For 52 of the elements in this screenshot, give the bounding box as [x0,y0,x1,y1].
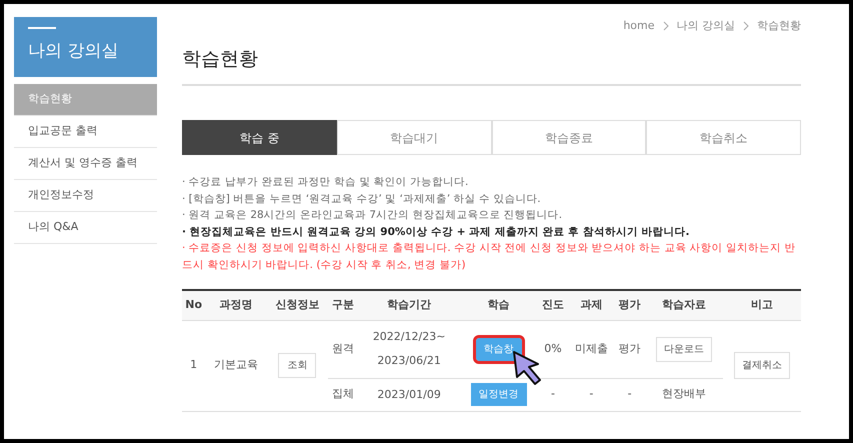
tab[interactable]: 학습종료 [492,120,646,155]
table-cell: 원격 [328,320,359,378]
page-title: 학습현황 [182,46,259,72]
study-button[interactable]: 학습창 [476,338,522,360]
breadcrumb-link[interactable]: 나의 강의실 [676,18,735,34]
cancel-payment-button[interactable]: 결제취소 [734,352,790,379]
download-button[interactable]: 다운로드 [656,336,712,362]
table-cell: 기본교육 [205,320,267,411]
tab[interactable]: 학습 중 [182,120,337,155]
column-header: 학습기간 [358,290,460,320]
breadcrumb-link[interactable]: home [623,18,654,34]
table-cell-text: 2023/01/09 [377,386,441,402]
column-header: 비고 [722,290,801,320]
table-cell: 미제출 [568,320,614,378]
study-button[interactable]: 일정변경 [470,383,527,406]
table-cell: 집체 [328,378,359,411]
table-cell: 현장배부 [644,378,723,411]
chevron-icon [662,21,668,32]
table-cell: 1 [182,320,206,411]
notice-text: · 현장집체교육은 반드시 원격교육 강의 90%이상 수강 + 과제 제출까지 완료 후 참석하시기 바랍니다. [182,224,690,240]
column-header: 학습자료 [644,290,723,320]
table-cell: - [568,378,614,411]
column-header: 진도 [538,290,568,320]
header-rule [28,27,56,29]
notice-text: · [학습창] 버튼을 누르면 ‘원격교육 수강’ 및 ‘과제제출’ 하실 수 있습니다. [182,192,542,206]
column-header: 평가 [614,290,645,320]
chevron-icon [743,21,749,32]
table-cell: 0% [538,320,568,378]
column-header: 학습 [460,290,538,320]
column-header: 과제 [568,290,614,320]
column-header: No [182,290,206,320]
sidebar-item[interactable]: 개인정보수정 [14,180,157,212]
table-cell: - [614,378,645,411]
column-header: 구분 [328,290,359,320]
notice-text: · 원격 교육은 28시간의 온라인교육과 7시간의 현장집체교육으로 진행됩니다. [182,208,564,223]
notice-text: · 수료증은 신청 정보에 입력하신 사항대로 출력됩니다. 수강 시작 전에 신청 정보와 받으셔야 하는 교육 사항이 일치하는지 반드시 확인하시기 바랍니다. (수강 시작 후 취소, 변경 불가) [182,241,796,272]
tab[interactable]: 학습대기 [336,120,492,155]
sidebar-item[interactable]: 계산서 및 영수증 출력 [14,148,157,180]
sidebar-item[interactable]: 입교공문 출력 [14,116,157,148]
sidebar-title: 나의 강의실 [28,40,120,63]
notice-text: · 수강료 납부가 완료된 과정만 학습 및 확인이 가능합니다. [182,175,470,190]
breadcrumb-link[interactable]: 학습현황 [757,18,801,34]
table-cell-text: 2022/12/23~ 2023/06/21 [372,329,446,369]
column-header: 과정명 [205,290,267,320]
sidebar-item[interactable]: 나의 Q&A [14,212,157,244]
column-header: 신청정보 [266,290,328,320]
tab[interactable]: 학습취소 [646,120,801,155]
table-cell: 평가 [614,320,645,378]
table-cell: - [538,378,568,411]
sidebar-item[interactable]: 학습현황 [14,84,157,116]
cursor-icon [512,350,544,386]
view-button[interactable]: 조회 [278,353,316,378]
